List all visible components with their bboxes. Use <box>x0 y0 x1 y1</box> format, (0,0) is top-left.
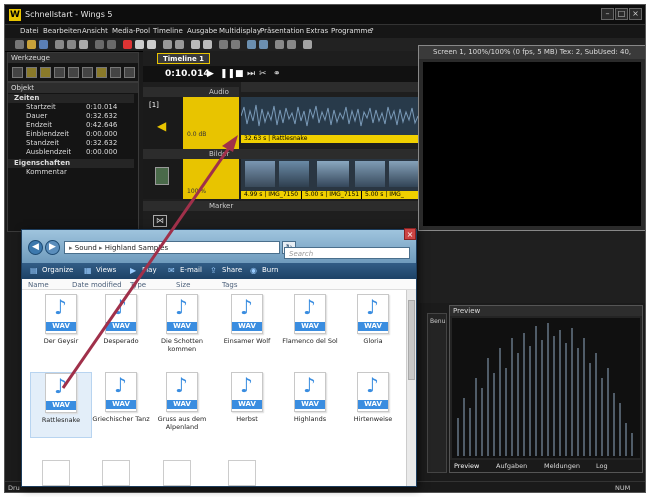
drag-arrow-head <box>222 135 238 152</box>
drag-arrow <box>61 135 238 389</box>
drag-arrow-line <box>61 141 235 389</box>
